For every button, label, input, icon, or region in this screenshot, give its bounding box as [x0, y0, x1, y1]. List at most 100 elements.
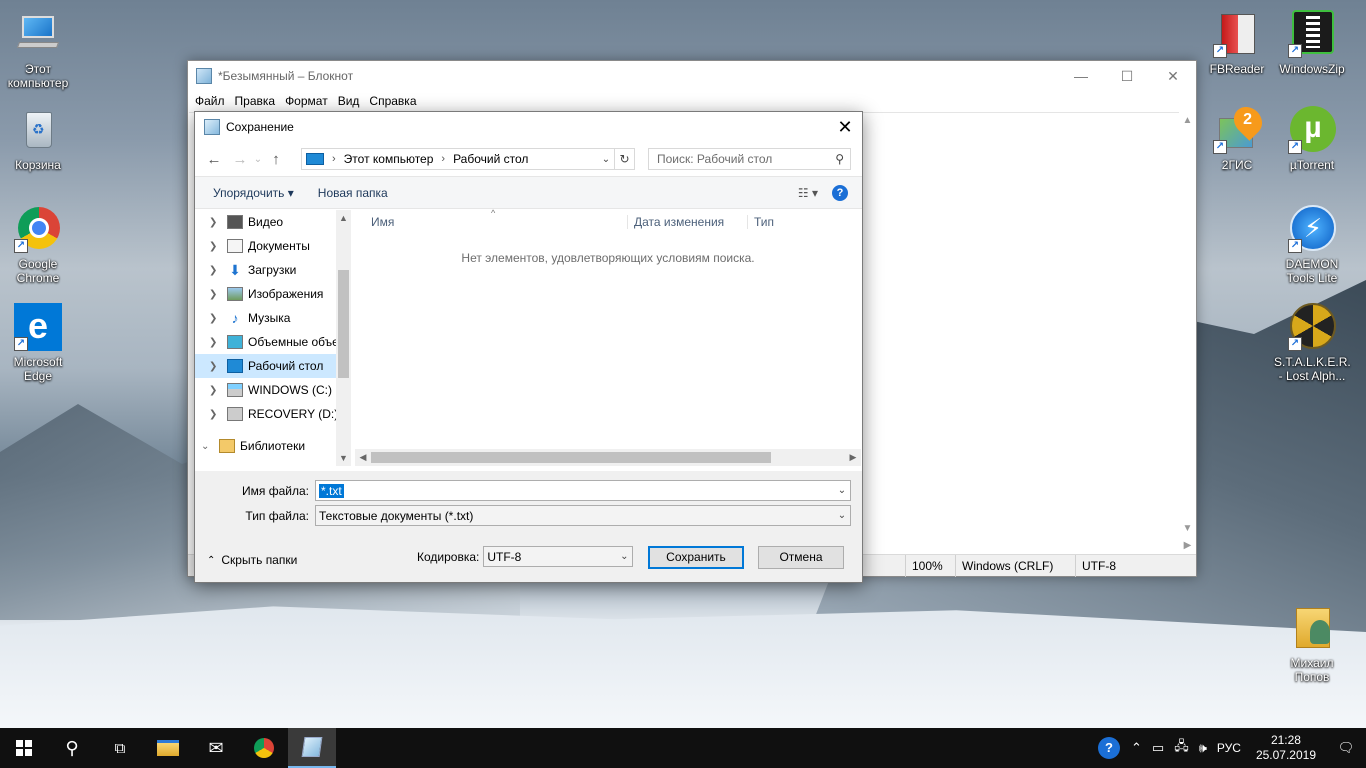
navigation-scrollbar[interactable]: ▲ ▼ — [336, 210, 351, 466]
menu-file[interactable]: Файл — [190, 94, 230, 108]
chevron-right-icon[interactable]: ❯ — [209, 337, 223, 348]
clock[interactable]: 21:28 25.07.2019 — [1246, 733, 1326, 763]
taskbar-notepad[interactable] — [288, 728, 336, 768]
chevron-right-icon[interactable]: ❯ — [209, 217, 223, 228]
dialog-close-button[interactable]: ✕ — [828, 112, 862, 142]
recent-locations-chevron-icon[interactable]: ⌄ — [251, 154, 265, 165]
desktop-icon-utorrent[interactable]: µ ↗ µTorrent — [1274, 106, 1350, 172]
nav-item-desktop[interactable]: ❯ Рабочий стол — [195, 354, 351, 378]
scroll-right-icon[interactable]: ▶ — [1179, 537, 1196, 554]
menu-edit[interactable]: Правка — [230, 94, 281, 108]
nav-item-documents[interactable]: ❯ Документы — [195, 234, 351, 258]
help-icon[interactable]: ? — [832, 184, 848, 201]
desktop-icon-edge[interactable]: e ↗ Microsoft Edge — [0, 303, 76, 383]
nav-item-downloads[interactable]: ❯ ⬇ Загрузки — [195, 258, 351, 282]
chevron-down-icon[interactable]: ⌄ — [598, 154, 614, 165]
hide-folders-button[interactable]: ⌃ Скрыть папки — [207, 553, 297, 567]
new-folder-button[interactable]: Новая папка — [306, 186, 400, 200]
scroll-down-icon[interactable]: ▼ — [336, 453, 351, 463]
breadcrumb-root[interactable]: Этот компьютер — [344, 152, 434, 166]
desktop-icon-stalker[interactable]: ↗ S.T.A.L.K.E.R. - Lost Alph... — [1274, 303, 1351, 383]
menu-format[interactable]: Формат — [280, 94, 333, 108]
taskbar-mail[interactable]: ✉ — [192, 728, 240, 768]
desktop-icon-fbreader[interactable]: ↗ FBReader — [1199, 10, 1275, 76]
up-arrow-icon[interactable]: ↑ — [265, 151, 287, 168]
desktop-icon-user-folder[interactable]: Михаил Попов — [1274, 604, 1350, 684]
chevron-right-icon[interactable]: ❯ — [209, 313, 223, 324]
scroll-up-icon[interactable]: ▲ — [1179, 112, 1196, 129]
organize-button[interactable]: Упорядочить ▾ — [195, 186, 306, 200]
address-bar[interactable]: › Этот компьютер › Рабочий стол ⌄ ↻ — [301, 148, 635, 170]
chevron-right-icon[interactable]: › — [441, 153, 445, 165]
forward-arrow-icon[interactable]: → — [229, 151, 251, 168]
desktop-icon-recycle-bin[interactable]: ♻ Корзина — [0, 106, 76, 172]
chevron-down-icon[interactable]: ⌄ — [201, 441, 215, 452]
save-dialog[interactable]: Сохранение ✕ ← → ⌄ ↑ › Этот компьютер › … — [194, 111, 863, 583]
chevron-right-icon[interactable]: ❯ — [209, 241, 223, 252]
close-button[interactable]: ✕ — [1150, 61, 1196, 91]
notepad-titlebar[interactable]: *Безымянный – Блокнот — ☐ ✕ — [188, 61, 1196, 91]
nav-item-drive-d[interactable]: ❯ RECOVERY (D:) — [195, 402, 351, 426]
taskbar-file-explorer[interactable] — [144, 728, 192, 768]
view-options-icon[interactable]: ☷ ▾ — [798, 186, 818, 200]
network-icon[interactable]: 🖧 — [1169, 737, 1194, 759]
notepad-vertical-scrollbar[interactable]: ▲ ▼ — [1179, 112, 1196, 537]
menu-help[interactable]: Справка — [364, 94, 421, 108]
column-date-modified[interactable]: Дата изменения — [627, 215, 747, 229]
chevron-right-icon[interactable]: ❯ — [209, 385, 223, 396]
menu-view[interactable]: Вид — [333, 94, 365, 108]
chevron-down-icon[interactable]: ⌄ — [616, 547, 632, 566]
shortcut-arrow-icon: ↗ — [14, 337, 28, 351]
chevron-right-icon[interactable]: ❯ — [209, 265, 223, 276]
volume-icon[interactable]: 🕪 — [1194, 740, 1212, 756]
scroll-right-icon[interactable]: ▶ — [845, 449, 861, 466]
chevron-right-icon[interactable]: ❯ — [209, 289, 223, 300]
scroll-thumb[interactable] — [338, 270, 349, 378]
nav-item-video[interactable]: ❯ Видео — [195, 210, 351, 234]
notifications-icon[interactable]: 🗨 — [1326, 740, 1366, 756]
nav-item-3d-objects[interactable]: ❯ Объемные объе — [195, 330, 351, 354]
maximize-button[interactable]: ☐ — [1104, 61, 1150, 91]
nav-item-pictures[interactable]: ❯ Изображения — [195, 282, 351, 306]
nav-item-libraries[interactable]: ⌄ Библиотеки — [195, 434, 351, 458]
scroll-down-icon[interactable]: ▼ — [1179, 520, 1196, 537]
battery-icon[interactable]: ▭ — [1147, 740, 1169, 756]
chevron-right-icon[interactable]: ❯ — [209, 361, 223, 372]
minimize-button[interactable]: — — [1058, 61, 1104, 91]
desktop-icon-windowszip[interactable]: ↗ WindowsZip — [1274, 10, 1350, 76]
chevron-down-icon[interactable]: ⌄ — [834, 481, 850, 500]
desktop-icon-daemon-tools[interactable]: ⚡ ↗ DAEMON Tools Lite — [1274, 205, 1350, 285]
refresh-icon[interactable]: ↻ — [614, 149, 634, 169]
search-icon[interactable]: ⚲ — [835, 152, 844, 166]
breadcrumb-current[interactable]: Рабочий стол — [453, 152, 528, 166]
chevron-right-icon[interactable]: ❯ — [209, 409, 223, 420]
filetype-select[interactable]: Текстовые документы (*.txt) ⌄ — [315, 505, 851, 526]
desktop-icon-2gis[interactable]: 2 ↗ 2ГИС — [1199, 101, 1275, 172]
save-button[interactable]: Сохранить — [648, 546, 744, 569]
desktop-icon-chrome[interactable]: ↗ Google Chrome — [0, 205, 76, 285]
filename-input[interactable]: *.txt ⌄ — [315, 480, 851, 501]
taskbar-chrome[interactable] — [240, 728, 288, 768]
file-list[interactable]: ^ Имя Дата изменения Тип Нет элементов, … — [355, 208, 861, 466]
task-view-button[interactable]: ⧉ — [96, 728, 144, 768]
scroll-up-icon[interactable]: ▲ — [336, 213, 351, 223]
scroll-thumb[interactable] — [371, 452, 771, 463]
cancel-button[interactable]: Отмена — [758, 546, 844, 569]
show-hidden-icons-chevron-icon[interactable]: ⌃ — [1126, 740, 1147, 756]
nav-item-drive-c[interactable]: ❯ WINDOWS (C:) — [195, 378, 351, 402]
desktop-icon-this-pc[interactable]: Этот компьютер — [0, 10, 76, 90]
chevron-down-icon[interactable]: ⌄ — [834, 506, 850, 525]
column-type[interactable]: Тип — [747, 215, 774, 229]
back-arrow-icon[interactable]: ← — [203, 151, 225, 168]
nav-item-music[interactable]: ❯ ♪ Музыка — [195, 306, 351, 330]
scroll-left-icon[interactable]: ◀ — [355, 449, 371, 466]
search-input[interactable]: Поиск: Рабочий стол ⚲ — [648, 148, 851, 170]
help-icon[interactable]: ? — [1098, 737, 1120, 759]
encoding-select[interactable]: UTF-8 ⌄ — [483, 546, 634, 567]
dialog-titlebar[interactable]: Сохранение ✕ — [195, 112, 862, 142]
search-button[interactable]: ⚲ — [48, 728, 96, 768]
start-button[interactable] — [0, 728, 48, 768]
chevron-right-icon[interactable]: › — [332, 153, 336, 165]
language-indicator[interactable]: РУС — [1212, 741, 1246, 755]
file-list-horizontal-scrollbar[interactable]: ◀ ▶ — [355, 449, 861, 466]
